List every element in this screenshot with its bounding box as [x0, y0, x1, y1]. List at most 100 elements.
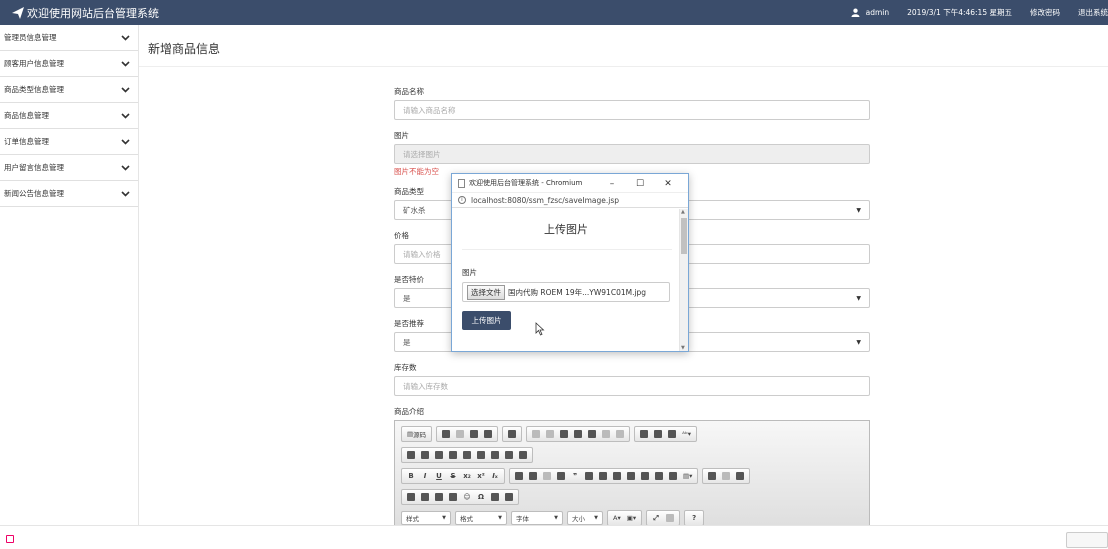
caret-down-icon: ▼	[594, 515, 598, 521]
superscript-icon[interactable]: x²	[475, 470, 487, 482]
subscript-icon[interactable]: x₂	[461, 470, 473, 482]
table-icon[interactable]	[433, 491, 445, 503]
remove-format-icon[interactable]: Iₓ	[489, 470, 501, 482]
maximize-icon[interactable]: ⤢	[650, 512, 662, 524]
language-icon[interactable]: ▤▾	[681, 470, 694, 482]
logout-link[interactable]: 退出系统	[1078, 7, 1108, 18]
button-icon[interactable]	[489, 449, 501, 461]
scroll-up-icon[interactable]: ▲	[681, 209, 685, 215]
find-icon[interactable]	[638, 428, 650, 440]
chevron-down-icon	[121, 190, 130, 197]
minimize-button[interactable]: –	[598, 179, 626, 189]
div-icon[interactable]	[583, 470, 595, 482]
hidden-field-icon[interactable]	[517, 449, 529, 461]
intro-label: 商品介绍	[394, 407, 424, 416]
change-password-link[interactable]: 修改密码	[1030, 7, 1060, 18]
image-icon[interactable]	[405, 491, 417, 503]
sidebar-item-admin[interactable]: 管理员信息管理	[0, 25, 138, 51]
close-button[interactable]: ✕	[654, 179, 682, 189]
styles-combo-label: 样式	[406, 515, 419, 523]
sidebar-item-products[interactable]: 商品信息管理	[0, 103, 138, 129]
help-icon[interactable]: ?	[688, 512, 700, 524]
sidebar-item-label: 订单信息管理	[4, 137, 49, 146]
unlink-icon[interactable]	[720, 470, 732, 482]
align-left-icon[interactable]	[597, 470, 609, 482]
format-combo[interactable]: 格式 ▼	[455, 511, 507, 525]
cut-icon[interactable]	[530, 428, 542, 440]
save-icon[interactable]	[440, 428, 452, 440]
font-combo[interactable]: 字体 ▼	[511, 511, 563, 525]
choose-file-button[interactable]: 选择文件	[467, 284, 505, 300]
new-page-icon[interactable]	[454, 428, 466, 440]
name-label: 商品名称	[394, 87, 424, 96]
image-input[interactable]: 请选择图片	[394, 144, 870, 164]
sidebar-item-messages[interactable]: 用户留言信息管理	[0, 155, 138, 181]
strike-icon[interactable]: S	[447, 470, 459, 482]
page-break-icon[interactable]	[489, 491, 501, 503]
undo-icon[interactable]	[600, 428, 612, 440]
bottom-button[interactable]	[1066, 532, 1108, 548]
popup-url: localhost:8080/ssm_fzsc/saveImage.jsp	[471, 195, 619, 205]
redo-icon[interactable]	[614, 428, 626, 440]
upload-image-button[interactable]: 上传图片	[462, 311, 511, 330]
text-color-button[interactable]: A ▾	[611, 512, 623, 524]
template-icon[interactable]	[506, 428, 518, 440]
image-button-icon[interactable]	[503, 449, 515, 461]
popup-scrollbar[interactable]: ▲ ▼	[679, 209, 688, 351]
popup-address-bar[interactable]: i localhost:8080/ssm_fzsc/saveImage.jsp	[452, 193, 688, 208]
preview-icon[interactable]	[468, 428, 480, 440]
maximize-button[interactable]: ☐	[626, 179, 654, 189]
numbered-list-icon[interactable]	[513, 470, 525, 482]
special-char-icon[interactable]: Ω	[475, 491, 487, 503]
paste-word-icon[interactable]	[586, 428, 598, 440]
sidebar-item-news[interactable]: 新闻公告信息管理	[0, 181, 138, 207]
radio-icon[interactable]	[433, 449, 445, 461]
stock-input[interactable]: 请输入库存数	[394, 376, 870, 396]
source-button[interactable]: ▤ 源码	[405, 428, 428, 440]
scrollbar-thumb[interactable]	[681, 218, 687, 254]
indent-icon[interactable]	[555, 470, 567, 482]
file-input[interactable]: 选择文件 国内代购 ROEM 19年...YW91C01M.jpg	[462, 282, 670, 302]
show-blocks-icon[interactable]	[664, 512, 676, 524]
name-input[interactable]: 请输入商品名称	[394, 100, 870, 120]
link-icon[interactable]	[706, 470, 718, 482]
bullet-list-icon[interactable]	[527, 470, 539, 482]
paste-text-icon[interactable]	[572, 428, 584, 440]
size-combo[interactable]: 大小 ▼	[567, 511, 603, 525]
sidebar-item-product-types[interactable]: 商品类型信息管理	[0, 77, 138, 103]
bg-color-button[interactable]: ▣▾	[625, 512, 638, 524]
size-combo-label: 大小	[572, 515, 585, 523]
iframe-icon[interactable]	[503, 491, 515, 503]
print-icon[interactable]	[482, 428, 494, 440]
styles-combo[interactable]: 样式 ▼	[401, 511, 451, 525]
italic-icon[interactable]: I	[419, 470, 431, 482]
select-all-icon[interactable]	[666, 428, 678, 440]
sidebar-item-customers[interactable]: 顾客用户信息管理	[0, 51, 138, 77]
justify-icon[interactable]	[639, 470, 651, 482]
sidebar-item-orders[interactable]: 订单信息管理	[0, 129, 138, 155]
copy-icon[interactable]	[544, 428, 556, 440]
align-center-icon[interactable]	[611, 470, 623, 482]
chevron-down-icon	[121, 60, 130, 67]
form-icon[interactable]	[405, 449, 417, 461]
replace-icon[interactable]	[652, 428, 664, 440]
scroll-down-icon[interactable]: ▼	[681, 345, 685, 351]
underline-icon[interactable]: U	[433, 470, 445, 482]
spellcheck-icon[interactable]: ᴬᵇ▾	[680, 428, 693, 440]
outdent-icon[interactable]	[541, 470, 553, 482]
blockquote-icon[interactable]: ❞	[569, 470, 581, 482]
textfield-icon[interactable]	[447, 449, 459, 461]
select-icon[interactable]	[475, 449, 487, 461]
document-icon	[6, 535, 14, 543]
smiley-icon[interactable]: ☺	[461, 491, 473, 503]
horizontal-rule-icon[interactable]	[447, 491, 459, 503]
paste-icon[interactable]	[558, 428, 570, 440]
ltr-icon[interactable]	[653, 470, 665, 482]
rtl-icon[interactable]	[667, 470, 679, 482]
bold-icon[interactable]: B	[405, 470, 417, 482]
checkbox-icon[interactable]	[419, 449, 431, 461]
textarea-icon[interactable]	[461, 449, 473, 461]
flash-icon[interactable]	[419, 491, 431, 503]
align-right-icon[interactable]	[625, 470, 637, 482]
anchor-icon[interactable]	[734, 470, 746, 482]
